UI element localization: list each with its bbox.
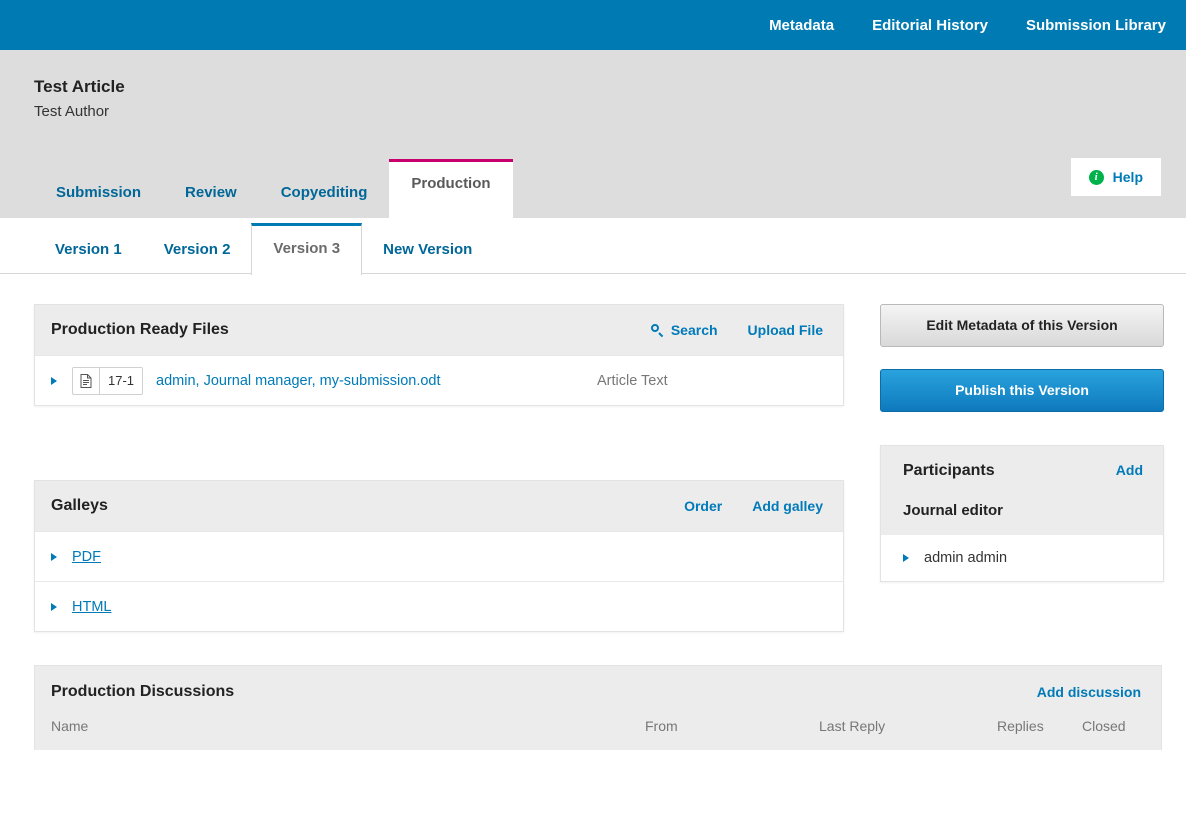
file-id-label: 17-1 (108, 373, 135, 388)
add-participant-button[interactable]: Add (1116, 462, 1143, 478)
page-title: Test Article (34, 77, 125, 96)
galley-link-html[interactable]: HTML (72, 599, 111, 615)
tab-production[interactable]: Production (389, 159, 513, 218)
galleys-title: Galleys (51, 497, 108, 514)
submission-header: Test Article Test Author Submission Revi… (0, 50, 1186, 218)
galleys-header: Galleys Order Add galley (35, 481, 843, 531)
main-content: Production Ready Files Search Upload Fil… (0, 274, 1186, 632)
search-files-button[interactable]: Search (650, 322, 718, 338)
galley-link-pdf[interactable]: PDF (72, 549, 101, 565)
participants-header: Participants Add Journal editor (881, 446, 1163, 535)
version-tabs-bar: Version 1 Version 2 Version 3 New Versio… (0, 218, 1186, 275)
file-id-badge: 17-1 (72, 366, 144, 395)
expand-caret-icon[interactable] (51, 602, 57, 611)
left-column: Production Ready Files Search Upload Fil… (34, 304, 844, 632)
tab-version-2[interactable]: Version 2 (143, 226, 252, 274)
table-row[interactable]: 17-1 admin, Journal manager, my-submissi… (35, 355, 843, 405)
submission-author: Test Author (34, 103, 110, 120)
tab-version-3[interactable]: Version 3 (251, 223, 363, 275)
topnav-item-submission-library[interactable]: Submission Library (1026, 17, 1166, 34)
column-header-from: From (645, 718, 678, 734)
production-ready-files-header: Production Ready Files Search Upload Fil… (35, 305, 843, 355)
tab-review[interactable]: Review (163, 168, 259, 218)
topnav-item-editorial-history[interactable]: Editorial History (872, 17, 988, 34)
publish-version-button[interactable]: Publish this Version (880, 369, 1164, 412)
expand-caret-icon[interactable] (51, 376, 57, 385)
document-icon (73, 367, 100, 394)
file-name-link[interactable]: admin, Journal manager, my-submission.od… (156, 373, 597, 389)
expand-caret-icon[interactable] (903, 554, 909, 562)
column-header-last-reply: Last Reply (819, 718, 886, 734)
add-discussion-button[interactable]: Add discussion (1037, 684, 1141, 700)
file-type-label: Article Text (597, 372, 668, 389)
help-button-label: Help (1112, 169, 1143, 185)
production-ready-files-panel: Production Ready Files Search Upload Fil… (34, 304, 844, 406)
participants-panel: Participants Add Journal editor admin ad… (880, 445, 1164, 582)
discussions-column-headers: Name From Last Reply Replies Closed (35, 718, 1161, 750)
production-ready-files-title: Production Ready Files (51, 321, 229, 338)
tab-copyediting[interactable]: Copyediting (259, 168, 390, 218)
column-header-replies: Replies (997, 718, 1044, 734)
expand-caret-icon[interactable] (51, 552, 57, 561)
production-discussions-title: Production Discussions (51, 683, 235, 700)
participant-name: admin admin (924, 550, 1008, 566)
help-button[interactable]: i Help (1070, 158, 1161, 196)
tab-version-1[interactable]: Version 1 (34, 226, 143, 274)
version-tabs: Version 1 Version 2 Version 3 New Versio… (34, 223, 493, 275)
workflow-tabs: Submission Review Copyediting Production (34, 159, 513, 218)
participants-title: Participants (903, 462, 995, 479)
list-item[interactable]: admin admin (881, 535, 1163, 581)
galleys-panel: Galleys Order Add galley PDF HTML (34, 480, 844, 632)
topnav-item-metadata[interactable]: Metadata (769, 17, 834, 34)
search-icon (650, 323, 664, 337)
tab-submission[interactable]: Submission (34, 168, 163, 218)
production-discussions-header: Production Discussions Add discussion (35, 666, 1161, 718)
right-column: Edit Metadata of this Version Publish th… (880, 304, 1164, 632)
edit-metadata-button[interactable]: Edit Metadata of this Version (880, 304, 1164, 347)
order-galleys-button[interactable]: Order (684, 498, 722, 514)
upload-file-button[interactable]: Upload File (748, 322, 823, 338)
production-discussions-panel: Production Discussions Add discussion Na… (34, 665, 1162, 750)
table-row[interactable]: PDF (35, 531, 843, 581)
participants-role-label: Journal editor (903, 502, 1004, 519)
info-icon: i (1088, 169, 1104, 185)
add-galley-button[interactable]: Add galley (752, 498, 823, 514)
column-header-name: Name (51, 718, 89, 734)
table-row[interactable]: HTML (35, 581, 843, 631)
top-navigation-bar: Metadata Editorial History Submission Li… (0, 0, 1186, 50)
search-files-label: Search (670, 322, 718, 338)
tab-new-version[interactable]: New Version (362, 226, 493, 274)
column-header-closed: Closed (1082, 718, 1126, 734)
